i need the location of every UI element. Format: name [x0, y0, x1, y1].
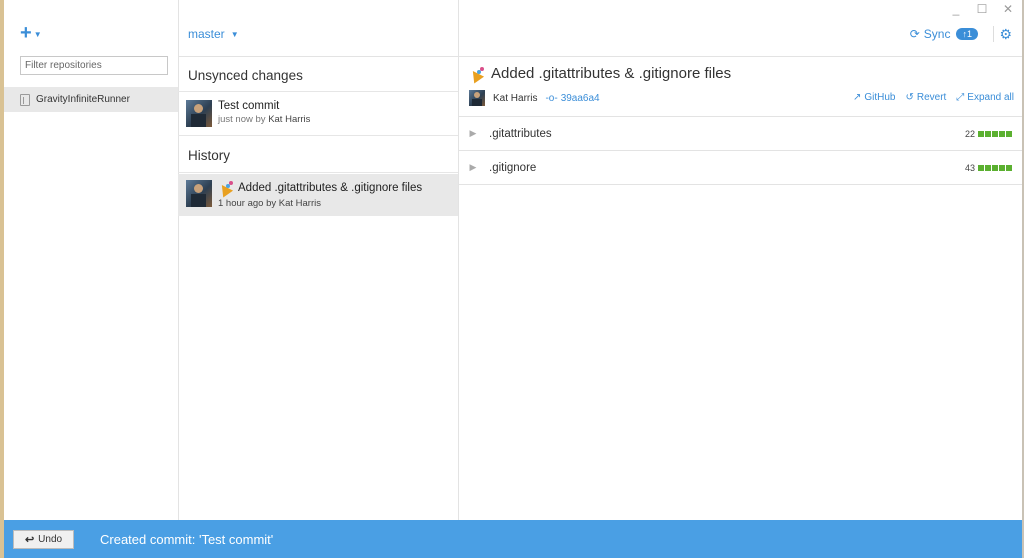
- undo-label: Undo: [38, 533, 63, 545]
- chevron-down-icon: ▼: [33, 30, 42, 39]
- commit-by: by: [266, 198, 277, 209]
- github-label: GitHub: [864, 92, 896, 103]
- commit-item-test-commit[interactable]: Test commit just now by Kat Harris: [178, 94, 458, 134]
- commit-detail-panel: ⟳ Sync ↑1 ⚙ Added .gitattributes & .giti…: [459, 0, 1022, 520]
- divider: [178, 172, 458, 173]
- chevron-right-icon: ▶: [469, 162, 477, 172]
- expand-all-button[interactable]: ⤢ Expand all: [956, 92, 1014, 103]
- commit-list-panel: master ▼ Unsynced changes Test commit ju…: [178, 0, 459, 520]
- branch-selector[interactable]: master ▼: [188, 27, 239, 41]
- chevron-right-icon: ▶: [469, 128, 477, 138]
- divider: [993, 26, 994, 42]
- commit-sha: 39aa6a4: [560, 92, 600, 104]
- commit-detail-title-text: Added .gitattributes & .gitignore files: [491, 65, 732, 82]
- commit-detail-title: Added .gitattributes & .gitignore files: [469, 65, 731, 82]
- status-message: Created commit: 'Test commit': [100, 531, 274, 547]
- gear-icon[interactable]: ⚙: [999, 26, 1012, 43]
- file-row[interactable]: ▶ .gitignore 43: [459, 151, 1022, 184]
- repository-item[interactable]: GravityInfiniteRunner: [4, 87, 178, 112]
- file-diffstat: 22: [965, 129, 1012, 139]
- divider: [178, 91, 458, 92]
- commit-detail-author: Kat Harris: [493, 92, 538, 104]
- commit-time: 1 hour ago: [218, 198, 264, 209]
- party-popper-icon: [469, 66, 485, 82]
- expand-all-label: Expand all: [967, 92, 1014, 103]
- addition-bars: [978, 130, 1012, 137]
- commit-time: just now: [218, 114, 253, 125]
- sync-button[interactable]: ⟳ Sync ↑1: [910, 27, 978, 41]
- filter-repositories-input[interactable]: [20, 56, 168, 75]
- commit-by: by: [255, 114, 266, 125]
- sync-count-badge: ↑1: [956, 28, 978, 40]
- branch-name: master: [188, 27, 225, 41]
- add-repository-button[interactable]: + ▼: [20, 22, 42, 45]
- status-bar: ↩ Undo Created commit: 'Test commit': [4, 520, 1022, 558]
- commit-author: Kat Harris: [268, 114, 311, 125]
- file-name: .gitattributes: [489, 127, 552, 140]
- addition-bars: [978, 164, 1012, 171]
- revert-button[interactable]: ↺ Revert: [905, 92, 946, 103]
- commit-icon: -o-: [545, 92, 558, 104]
- sync-label: Sync: [923, 27, 951, 41]
- avatar: [186, 100, 212, 127]
- file-additions: 22: [964, 128, 975, 139]
- commit-title: Test commit: [218, 100, 280, 112]
- commit-sha-link[interactable]: -o- 39aa6a4: [545, 93, 599, 104]
- undo-button[interactable]: ↩ Undo: [13, 529, 74, 549]
- undo-arrow-icon: ↩: [24, 533, 35, 546]
- divider: [178, 56, 458, 57]
- divider: [459, 184, 1022, 185]
- commit-detail-meta: Kat Harris -o- 39aa6a4: [469, 90, 600, 106]
- expand-icon: ⤢: [956, 92, 965, 103]
- commit-item-added-gitfiles[interactable]: Added .gitattributes & .gitignore files …: [178, 174, 458, 216]
- repo-icon: [20, 93, 30, 106]
- unsynced-title: Unsynced changes: [188, 68, 303, 83]
- file-additions: 43: [964, 162, 975, 173]
- party-popper-icon: [218, 180, 234, 196]
- file-name: .gitignore: [489, 161, 537, 174]
- github-button[interactable]: ↗ GitHub: [853, 92, 896, 103]
- plus-icon: +: [20, 22, 32, 44]
- divider: [178, 135, 458, 136]
- repository-name: GravityInfiniteRunner: [36, 94, 130, 105]
- chevron-down-icon: ▼: [230, 29, 239, 39]
- repository-sidebar: +▼ GravityInfiniteRunner: [4, 0, 179, 520]
- revert-label: Revert: [916, 92, 947, 103]
- app-window: _ ☐ ✕ +▼ GravityInfiniteRunner master ▼ …: [4, 0, 1022, 558]
- commit-actions: ↗ GitHub ↺ Revert ⤢ Expand all: [853, 92, 1014, 103]
- divider: [459, 56, 1022, 57]
- avatar: [186, 180, 212, 207]
- file-diffstat: 43: [965, 163, 1012, 173]
- commit-author: Kat Harris: [278, 198, 321, 209]
- revert-icon: ↺: [905, 92, 914, 103]
- file-row[interactable]: ▶ .gitattributes 22: [459, 117, 1022, 150]
- history-title: History: [188, 148, 231, 163]
- avatar: [469, 90, 485, 106]
- sync-icon: ⟳: [909, 27, 920, 41]
- external-link-icon: ↗: [852, 92, 862, 103]
- commit-title: Added .gitattributes & .gitignore files: [238, 182, 423, 194]
